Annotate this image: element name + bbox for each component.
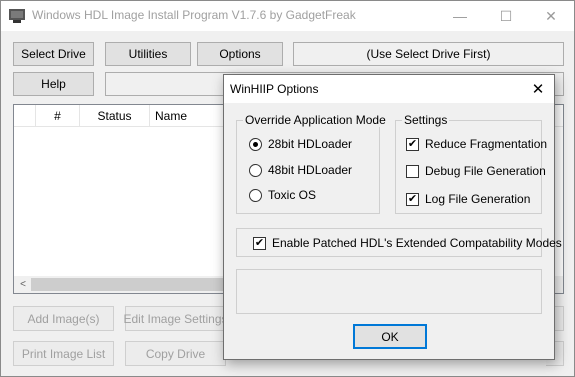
add-images-button[interactable]: Add Image(s) xyxy=(13,306,114,331)
settings-label: Settings xyxy=(402,113,450,127)
checkbox-debug-file-generation[interactable]: Debug File Generation xyxy=(406,164,546,178)
radio-selected-icon[interactable] xyxy=(249,137,262,151)
checkbox-log-file-generation[interactable]: ✔ Log File Generation xyxy=(406,192,530,206)
utilities-button[interactable]: Utilities xyxy=(105,42,191,66)
radio-icon[interactable] xyxy=(249,188,262,202)
ok-button[interactable]: OK xyxy=(353,324,427,349)
column-header-status[interactable]: Status xyxy=(80,105,150,127)
checkbox-label: Log File Generation xyxy=(425,192,531,206)
radio-label: Toxic OS xyxy=(268,188,317,202)
help-button[interactable]: Help xyxy=(13,72,94,96)
column-header-number[interactable]: # xyxy=(36,105,80,127)
maximize-icon[interactable]: ☐ xyxy=(483,1,529,31)
radio-28bit-hdloader[interactable]: 28bit HDLoader xyxy=(249,137,352,151)
dialog-titlebar[interactable]: WinHIIP Options ✕ xyxy=(224,75,554,103)
column-header-name[interactable]: Name xyxy=(150,105,225,127)
options-button[interactable]: Options xyxy=(197,42,283,66)
patched-hdl-group: ✔ Enable Patched HDL's Extended Compatab… xyxy=(236,228,562,257)
select-drive-button[interactable]: Select Drive xyxy=(13,42,94,66)
checkbox-label: Debug File Generation xyxy=(425,164,546,178)
edit-image-settings-button[interactable]: Edit Image Settings xyxy=(123,306,228,331)
window-title: Windows HDL Image Install Program V1.7.6… xyxy=(32,8,356,22)
checkbox-checked-icon[interactable]: ✔ xyxy=(406,137,419,151)
close-icon[interactable]: ✕ xyxy=(528,1,574,31)
drive-status-field: (Use Select Drive First) xyxy=(293,42,564,66)
main-titlebar[interactable]: Windows HDL Image Install Program V1.7.6… xyxy=(1,1,574,31)
scroll-left-icon[interactable]: < xyxy=(17,277,29,292)
checkbox-icon[interactable] xyxy=(406,164,419,178)
radio-label: 28bit HDLoader xyxy=(268,137,353,151)
settings-group: Settings ✔ Reduce Fragmentation Debug Fi… xyxy=(395,113,547,214)
dialog-status-box xyxy=(236,269,542,314)
radio-48bit-hdloader[interactable]: 48bit HDLoader xyxy=(249,163,352,177)
application-mode-group: Override Application Mode 28bit HDLoader… xyxy=(236,113,388,214)
options-dialog: WinHIIP Options ✕ Override Application M… xyxy=(223,74,562,360)
radio-icon[interactable] xyxy=(249,163,262,177)
radio-toxic-os[interactable]: Toxic OS xyxy=(249,188,316,202)
checkbox-label: Reduce Fragmentation xyxy=(425,137,548,151)
checkbox-checked-icon[interactable]: ✔ xyxy=(406,192,419,206)
dialog-title: WinHIIP Options xyxy=(230,82,319,96)
checkbox-patched-hdl[interactable]: ✔ Enable Patched HDL's Extended Compatab… xyxy=(253,236,562,250)
checkbox-label: Enable Patched HDL's Extended Compatabil… xyxy=(272,236,562,250)
checkbox-reduce-fragmentation[interactable]: ✔ Reduce Fragmentation xyxy=(406,137,547,151)
minimize-icon[interactable]: — xyxy=(437,1,483,31)
app-icon xyxy=(9,9,25,23)
dialog-close-icon[interactable]: ✕ xyxy=(528,80,548,98)
print-image-list-button[interactable]: Print Image List xyxy=(13,341,114,366)
checkbox-checked-icon[interactable]: ✔ xyxy=(253,236,266,250)
application-mode-label: Override Application Mode xyxy=(243,113,388,127)
copy-drive-button[interactable]: Copy Drive xyxy=(125,341,226,366)
column-header-blank[interactable] xyxy=(14,105,36,127)
radio-label: 48bit HDLoader xyxy=(268,163,353,177)
